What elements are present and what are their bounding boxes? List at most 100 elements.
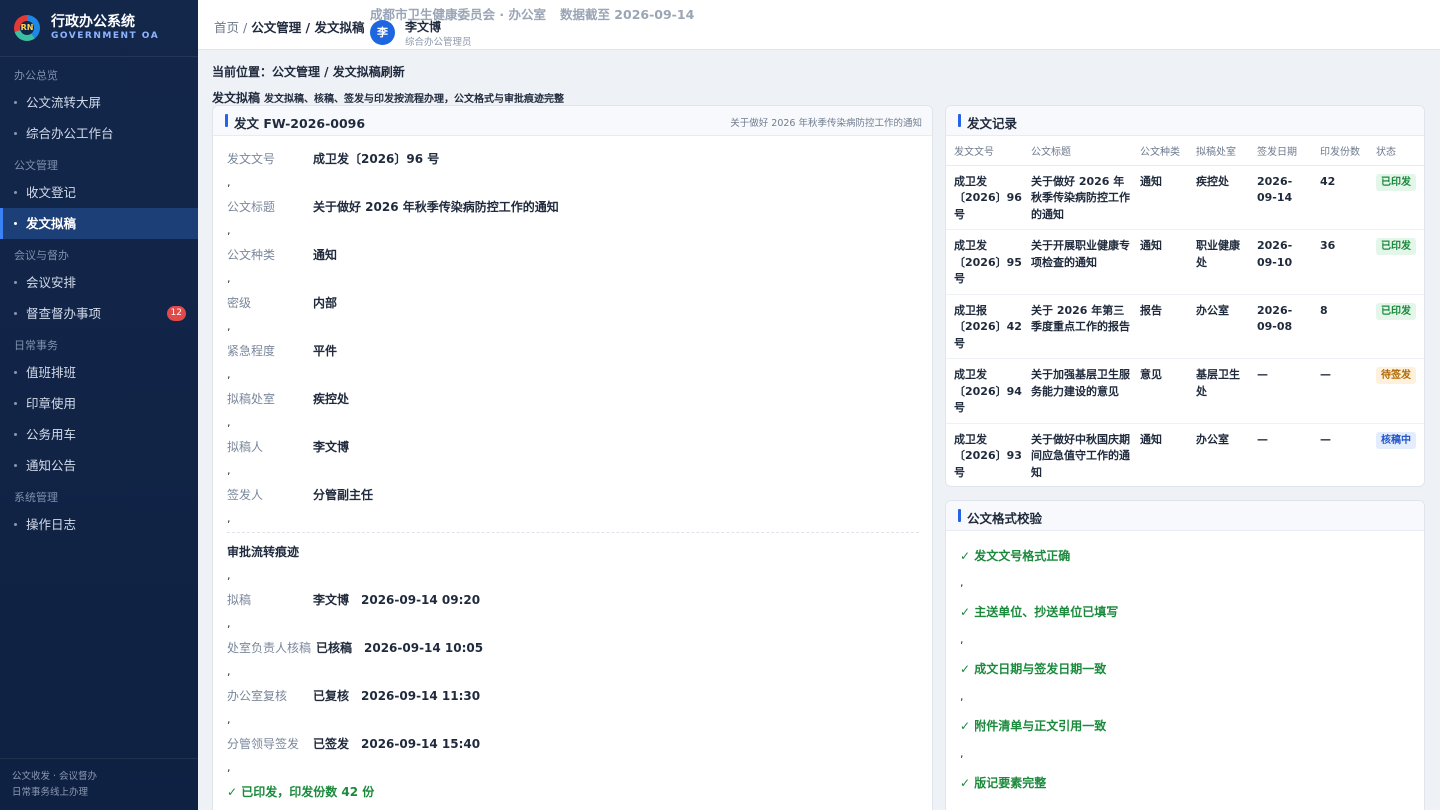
approval-step: 拟稿 <box>227 593 252 607</box>
col-doc-no[interactable]: 发文文号 <box>946 136 1023 166</box>
separator-comma: , <box>227 464 231 477</box>
table-row[interactable]: 成卫发〔2026〕93 号 关于做好中秋国庆期间应急值守工作的通知 通知 办公室… <box>946 423 1424 486</box>
page-title: 发文拟稿 发文拟稿、核稿、签发与印发按流程办理，公文格式与审批痕迹完整 <box>212 89 564 106</box>
divider <box>227 532 919 533</box>
approval-detail: 已签发 2026-09-14 15:40 <box>313 737 481 751</box>
separator-comma: , <box>227 272 231 285</box>
sidebar-item-car[interactable]: 公务用车 <box>0 419 198 450</box>
table-row[interactable]: 成卫发〔2026〕95 号 关于开展职业健康专项检查的通知 通知 职业健康处 2… <box>946 229 1424 295</box>
field-label: 密级 <box>227 296 252 310</box>
table-row[interactable]: 成卫报〔2026〕42 号 关于 2026 年第三季度重点工作的报告 报告 办公… <box>946 294 1424 359</box>
sidebar-item-label: 督查督办事项 <box>26 306 102 321</box>
field-value[interactable]: 内部 <box>313 294 337 311</box>
sidebar-item-duty[interactable]: 值班排班 <box>0 357 198 388</box>
cell-copies: 8 <box>1312 294 1368 359</box>
user-name[interactable]: 李文博 <box>405 18 441 35</box>
field-value[interactable]: 平件 <box>313 342 337 359</box>
field-label: 拟稿处室 <box>227 392 276 406</box>
cell-copies: — <box>1312 358 1368 424</box>
sidebar-item-notice[interactable]: 通知公告 <box>0 450 198 481</box>
col-dept[interactable]: 拟稿处室 <box>1188 136 1249 166</box>
status-badge: 已印发 <box>1376 238 1416 255</box>
brand-name: 行政办公系统 <box>51 14 135 30</box>
table-row[interactable]: 成卫发〔2026〕96 号 关于做好 2026 年秋季传染病防控工作的通知 通知… <box>946 165 1424 230</box>
field-label: 公文种类 <box>227 248 276 262</box>
issue-result: ✓ 已印发，印发份数 42 份 <box>227 785 375 799</box>
cell-date: — <box>1257 432 1268 446</box>
cell-type: 通知 <box>1132 165 1188 230</box>
separator-comma: , <box>227 665 231 678</box>
cell-title: 关于做好 2026 年秋季传染病防控工作的通知 <box>1023 165 1132 230</box>
count-badge: 12 <box>166 306 186 321</box>
table-row[interactable]: 成卫发〔2026〕94 号 关于加强基层卫生服务能力建设的意见 意见 基层卫生处… <box>946 358 1424 424</box>
field-value[interactable]: 成卫发〔2026〕96 号 <box>313 150 439 167</box>
field-value[interactable]: 关于做好 2026 年秋季传染病防控工作的通知 <box>313 198 559 215</box>
cell-doc-no: 成卫发〔2026〕93 号 <box>954 432 1022 479</box>
check-item: ✓ 版记要素完整 <box>960 776 1047 790</box>
cell-dept: 办公室 <box>1196 432 1229 446</box>
cell-type: 报告 <box>1132 294 1188 359</box>
check-item: ✓ 主送单位、抄送单位已填写 <box>960 605 1119 619</box>
page-title-text: 发文拟稿 <box>212 91 261 105</box>
nav-group-documents: 公文管理 <box>14 159 58 172</box>
cell-title: 关于开展职业健康专项检查的通知 <box>1023 229 1132 295</box>
col-status[interactable]: 状态 <box>1368 136 1424 166</box>
cell-type: 通知 <box>1140 432 1162 446</box>
crumb-separator: / <box>239 20 252 35</box>
separator-comma: , <box>227 320 231 333</box>
records-title: 发文记录 <box>958 113 1017 132</box>
col-title[interactable]: 公文标题 <box>1023 136 1132 166</box>
cell-type: 通知 <box>1132 229 1188 295</box>
cell-status: 核稿中 <box>1368 423 1424 486</box>
status-badge: 核稿中 <box>1376 431 1416 449</box>
logo-text: RN <box>20 23 34 32</box>
sidebar-item-dashboard[interactable]: 公文流转大屏 <box>0 87 198 118</box>
crumb-current: 公文管理 / 发文拟稿 <box>251 20 365 35</box>
cell-dept: 疾控处 <box>1188 165 1249 230</box>
sidebar-item-incoming[interactable]: 收文登记 <box>0 177 198 208</box>
separator-comma: , <box>227 416 231 429</box>
cell-status: 已印发 <box>1368 229 1424 295</box>
check-item: ✓ 成文日期与签发日期一致 <box>960 662 1107 676</box>
separator-comma: , <box>227 224 231 237</box>
separator-comma: , <box>960 633 964 646</box>
field-value[interactable]: 分管副主任 <box>313 486 373 503</box>
field-value[interactable]: 李文博 <box>313 438 349 455</box>
logo-icon: RN <box>14 15 40 41</box>
cell-date: 2026-09-14 <box>1249 165 1312 230</box>
cell-copies: — <box>1320 432 1331 446</box>
sidebar: RN 行政办公系统 GOVERNMENT OA 办公总览 公文流转大屏 综合办公… <box>0 0 198 810</box>
col-date[interactable]: 签发日期 <box>1249 136 1312 166</box>
cell-status: 待签发 <box>1368 358 1424 424</box>
document-id: 发文 FW-2026-0096 <box>225 113 365 132</box>
document-subject: 关于做好 2026 年秋季传染病防控工作的通知 <box>730 118 922 129</box>
approval-step: 处室负责人核稿 <box>227 641 312 655</box>
separator-comma: , <box>227 176 231 189</box>
cell-title: 关于加强基层卫生服务能力建设的意见 <box>1023 358 1132 424</box>
sidebar-item-logs[interactable]: 操作日志 <box>0 509 198 540</box>
document-panel: 发文 FW-2026-0096 关于做好 2026 年秋季传染病防控工作的通知 … <box>212 105 933 810</box>
field-value[interactable]: 疾控处 <box>313 390 349 407</box>
col-copies[interactable]: 印发份数 <box>1312 136 1368 166</box>
cell-doc-no: 成卫发〔2026〕96 号 <box>946 165 1023 230</box>
format-check-panel: 公文格式校验 ✓ 发文文号格式正确 , ✓ 主送单位、抄送单位已填写 , ✓ 成… <box>945 500 1425 810</box>
sidebar-item-meetings[interactable]: 会议安排 <box>0 267 198 298</box>
col-type[interactable]: 公文种类 <box>1132 136 1188 166</box>
records-panel-header: 发文记录 <box>946 106 1424 136</box>
brand[interactable]: RN 行政办公系统 GOVERNMENT OA <box>0 0 198 57</box>
topbar: 首页 / 公文管理 / 发文拟稿 成都市卫生健康委员会 · 办公室 数据截至 20… <box>198 0 1440 50</box>
nav-group-system: 系统管理 <box>14 491 58 504</box>
sidebar-item-seal[interactable]: 印章使用 <box>0 388 198 419</box>
field-value[interactable]: 通知 <box>313 246 337 263</box>
cell-copies: 42 <box>1312 165 1368 230</box>
check-item: ✓ 附件清单与正文引用一致 <box>960 719 1107 733</box>
records-table: 发文文号 公文标题 公文种类 拟稿处室 签发日期 印发份数 状态 成卫发〔202… <box>946 136 1424 486</box>
sidebar-item-outgoing[interactable]: 发文拟稿 <box>0 208 198 239</box>
cell-date: — <box>1249 358 1312 424</box>
data-date: 数据截至 2026-09-14 <box>559 7 695 22</box>
avatar[interactable]: 李 <box>370 20 395 45</box>
records-panel: 发文记录 发文文号 公文标题 公文种类 拟稿处室 签发日期 印发份数 状态 成卫… <box>945 105 1425 487</box>
sidebar-item-supervision[interactable]: 督查督办事项 12 <box>0 298 198 329</box>
sidebar-item-workbench[interactable]: 综合办公工作台 <box>0 118 198 149</box>
crumb-home[interactable]: 首页 <box>214 20 239 35</box>
